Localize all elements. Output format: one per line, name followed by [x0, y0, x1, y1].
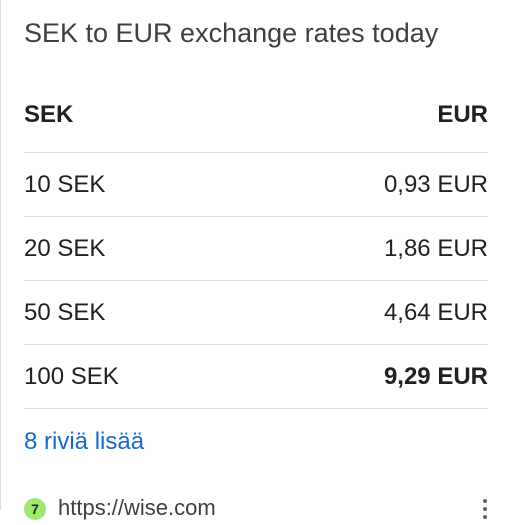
show-more-rows-link[interactable]: 8 riviä lisää	[24, 428, 144, 456]
table-header-row: SEK EUR	[24, 83, 488, 153]
row-amount-sek: 10 SEK	[24, 171, 106, 198]
table-row: 100 SEK 9,29 EUR	[24, 345, 488, 409]
row-amount-sek: 100 SEK	[24, 363, 119, 390]
exchange-rate-table: SEK EUR 10 SEK 0,93 EUR 20 SEK 1,86 EUR …	[24, 83, 488, 409]
row-amount-eur: 1,86 EUR	[383, 235, 488, 262]
card-title: SEK to EUR exchange rates today	[24, 18, 439, 48]
table-row: 20 SEK 1,86 EUR	[24, 217, 488, 281]
row-amount-sek: 50 SEK	[24, 299, 106, 326]
source-result[interactable]: 7 https://wise.com	[24, 495, 494, 525]
header-currency-to: EUR	[437, 101, 488, 128]
header-currency-from: SEK	[24, 101, 74, 128]
wise-favicon-icon: 7	[24, 498, 46, 520]
row-amount-eur: 4,64 EUR	[383, 299, 488, 326]
table-row: 10 SEK 0,93 EUR	[24, 153, 488, 217]
row-amount-eur: 9,29 EUR	[383, 363, 488, 390]
exchange-rate-card: SEK to EUR exchange rates today SEK EUR …	[0, 0, 510, 520]
kebab-menu-icon[interactable]	[482, 499, 488, 525]
source-url[interactable]: https://wise.com	[58, 495, 216, 521]
row-amount-eur: 0,93 EUR	[383, 171, 488, 198]
table-row: 50 SEK 4,64 EUR	[24, 281, 488, 345]
row-amount-sek: 20 SEK	[24, 235, 106, 262]
